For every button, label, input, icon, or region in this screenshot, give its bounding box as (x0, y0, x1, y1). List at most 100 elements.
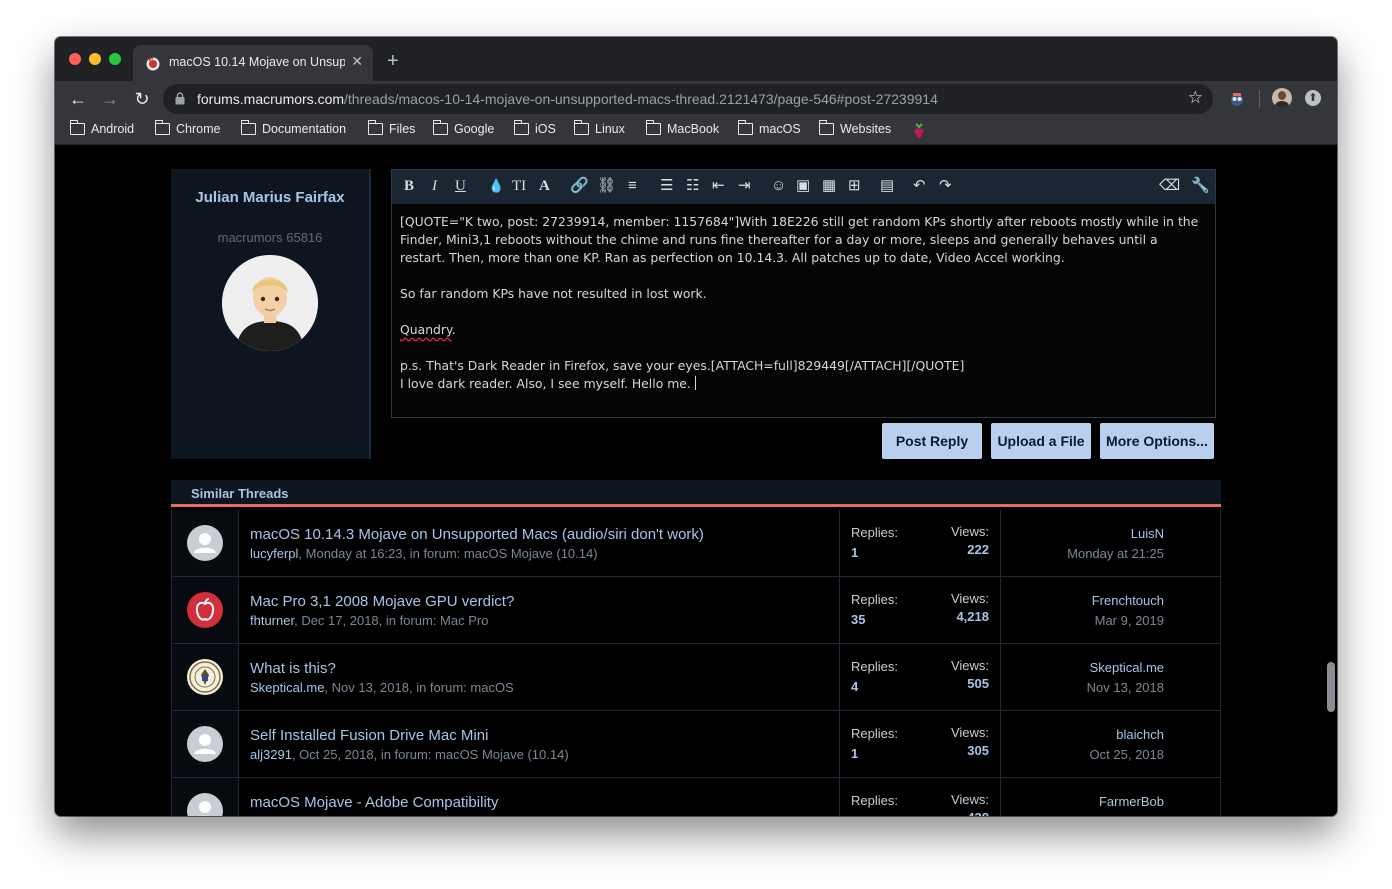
thread-title[interactable]: macOS Mojave - Adobe Compatibility (250, 794, 498, 811)
forward-icon[interactable]: → (99, 88, 121, 110)
font-size-icon[interactable]: TI (512, 178, 526, 194)
username[interactable]: Julian Marius Fairfax (171, 189, 369, 206)
avatar[interactable] (222, 255, 318, 351)
minimize-window-button[interactable] (89, 53, 101, 65)
last-poster[interactable]: Skeptical.me (1090, 660, 1164, 675)
bookmark-linux[interactable]: Linux (573, 120, 625, 136)
more-options-button[interactable]: More Options... (1100, 423, 1214, 459)
reply-count: 35 (851, 612, 866, 627)
last-post-date[interactable]: Oct 25, 2018 (1090, 747, 1164, 762)
tab-title: macOS 10.14 Mojave on Unsup (169, 55, 345, 69)
last-poster[interactable]: FarmerBob (1099, 794, 1164, 809)
last-poster[interactable]: Frenchtouch (1092, 593, 1164, 608)
last-post-date[interactable]: Mar 9, 2019 (1095, 613, 1164, 628)
page-scrollbar[interactable] (1327, 662, 1335, 712)
raspberry-bookmark-icon[interactable] (912, 123, 926, 139)
reply-count: 1 (851, 746, 859, 761)
remove-formatting-icon[interactable]: ⌫ (1159, 178, 1180, 194)
user-title: macrumors 65816 (217, 230, 323, 245)
unlink-icon[interactable]: ⛓ (597, 178, 616, 194)
bookmark-files[interactable]: Files (367, 120, 415, 136)
folder-icon (240, 120, 256, 135)
thread-meta: alj3291, Oct 25, 2018, in forum: macOS M… (250, 747, 569, 762)
smilie-icon[interactable]: ☺ (771, 178, 786, 194)
bookmark-macos[interactable]: macOS (737, 120, 801, 136)
italic-icon[interactable]: I (432, 178, 437, 194)
bold-icon[interactable]: B (404, 178, 414, 194)
seal-avatar-icon (187, 659, 223, 695)
thread-meta: lucyferpl, Monday at 16:23, in forum: ma… (250, 546, 598, 561)
bookmark-chrome[interactable]: Chrome (154, 120, 220, 136)
bookmark-android[interactable]: Android (69, 120, 134, 136)
reload-icon[interactable]: ↻ (131, 88, 153, 110)
browser-tab[interactable]: macOS 10.14 Mojave on Unsup ✕ (133, 45, 373, 81)
thread-title[interactable]: Mac Pro 3,1 2008 Mojave GPU verdict? (250, 593, 514, 610)
thread-title[interactable]: Self Installed Fusion Drive Mac Mini (250, 727, 488, 744)
text-caret (694, 376, 696, 390)
bookmark-star-icon[interactable]: ☆ (1188, 88, 1203, 108)
undo-icon[interactable]: ↶ (913, 178, 926, 194)
thread-row[interactable]: Self Installed Fusion Drive Mac Mini alj… (171, 711, 1221, 778)
thread-row[interactable]: macOS Mojave - Adobe Compatibility Repli… (171, 778, 1221, 816)
thread-row[interactable]: What is this? Skeptical.me, Nov 13, 2018… (171, 644, 1221, 711)
extension-icon[interactable] (1228, 90, 1246, 108)
thread-meta: fhturner, Dec 17, 2018, in forum: Mac Pr… (250, 613, 489, 628)
default-avatar-icon (187, 726, 223, 762)
close-window-button[interactable] (69, 53, 81, 65)
redo-icon[interactable]: ↷ (939, 178, 952, 194)
bullet-list-icon[interactable]: ☰ (660, 178, 673, 194)
last-post-date[interactable]: Nov 13, 2018 (1087, 680, 1164, 695)
new-tab-icon[interactable]: + (387, 51, 399, 71)
media-icon[interactable]: ▦ (822, 178, 836, 194)
image-icon[interactable]: ▣ (796, 178, 810, 194)
upload-file-button[interactable]: Upload a File (991, 423, 1091, 459)
indent-icon[interactable]: ⇥ (738, 178, 751, 194)
address-bar[interactable]: forums.macrumors.com/threads/macos-10-14… (163, 84, 1213, 114)
thread-row[interactable]: Mac Pro 3,1 2008 Mojave GPU verdict? fht… (171, 577, 1221, 644)
back-icon[interactable]: ← (67, 88, 89, 110)
post-reply-button[interactable]: Post Reply (882, 423, 982, 459)
editor-toolbar: B I U 💧 TI A 🔗 ⛓ ≡ ☰ ☷ ⇤ ⇥ ☺ ▣ ▦ ⊞ ▤ ↶ ↷ (392, 170, 1215, 204)
view-count: 305 (967, 743, 989, 758)
reply-editor[interactable]: B I U 💧 TI A 🔗 ⛓ ≡ ☰ ☷ ⇤ ⇥ ☺ ▣ ▦ ⊞ ▤ ↶ ↷ (391, 169, 1216, 418)
red-apple-avatar-icon (187, 592, 223, 628)
sync-icon[interactable]: ⬆ (1305, 90, 1321, 106)
default-avatar-icon (187, 793, 223, 816)
link-icon[interactable]: 🔗 (570, 178, 589, 194)
view-count: 4,218 (956, 609, 989, 624)
misspelled-word: Quandry (400, 322, 452, 337)
underline-icon[interactable]: U (455, 178, 466, 194)
toolbar-divider (1259, 90, 1260, 108)
bookmark-websites[interactable]: Websites (818, 120, 891, 136)
align-icon[interactable]: ≡ (628, 178, 637, 194)
thread-row[interactable]: macOS 10.14.3 Mojave on Unsupported Macs… (171, 510, 1221, 577)
view-count: 505 (967, 676, 989, 691)
browser-toolbar: ← → ↻ forums.macrumors.com/threads/macos… (55, 81, 1337, 117)
zoom-window-button[interactable] (109, 53, 121, 65)
text-color-icon[interactable]: 💧 (488, 178, 504, 194)
folder-icon (367, 120, 383, 135)
outdent-icon[interactable]: ⇤ (712, 178, 725, 194)
bookmark-documentation[interactable]: Documentation (240, 120, 346, 136)
tab-close-icon[interactable]: ✕ (351, 53, 363, 70)
profile-avatar[interactable] (1272, 88, 1292, 108)
browser-window: macOS 10.14 Mojave on Unsup ✕ + ← → ↻ fo… (55, 37, 1337, 816)
insert-icon[interactable]: ⊞ (848, 178, 861, 194)
bookmark-macbook[interactable]: MacBook (645, 120, 719, 136)
wrench-icon[interactable]: 🔧 (1191, 178, 1210, 194)
save-draft-icon[interactable]: ▤ (880, 178, 894, 194)
thread-title[interactable]: What is this? (250, 660, 336, 677)
numbered-list-icon[interactable]: ☷ (686, 178, 699, 194)
folder-icon (513, 120, 529, 135)
url-text: forums.macrumors.com/threads/macos-10-14… (197, 91, 938, 107)
bookmark-google[interactable]: Google (432, 120, 494, 136)
last-poster[interactable]: LuisN (1131, 526, 1164, 541)
font-family-icon[interactable]: A (539, 178, 550, 194)
bookmark-ios[interactable]: iOS (513, 120, 556, 136)
last-post-date[interactable]: Monday at 21:25 (1067, 546, 1164, 561)
thread-title[interactable]: macOS 10.14.3 Mojave on Unsupported Macs… (250, 526, 704, 543)
user-info-panel: Julian Marius Fairfax macrumors 65816 (171, 169, 371, 459)
editor-textarea[interactable]: [QUOTE="K two, post: 27239914, member: 1… (400, 213, 1200, 393)
memoji-avatar-icon (222, 255, 318, 351)
last-poster[interactable]: blaichch (1116, 727, 1164, 742)
